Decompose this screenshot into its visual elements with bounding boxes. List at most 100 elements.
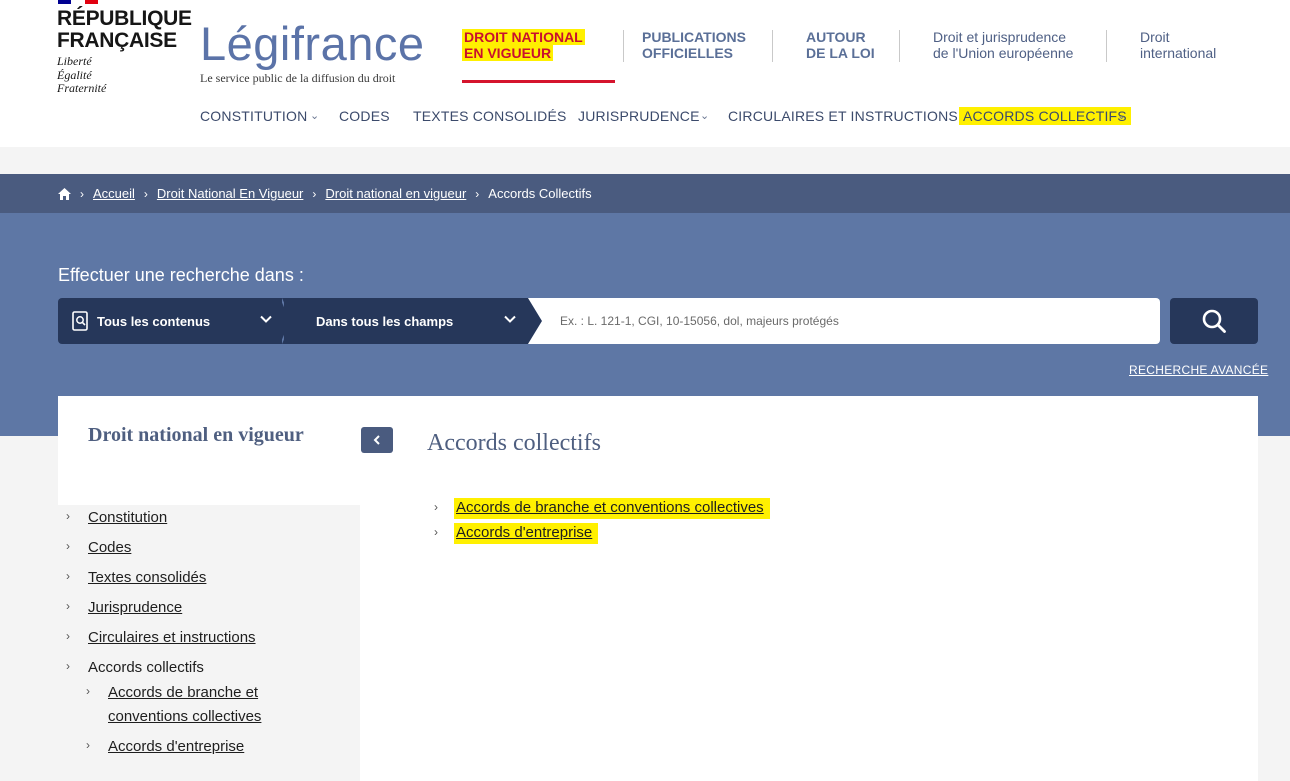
link-accords-branche[interactable]: Accords de branche et conventions collec… <box>454 498 770 519</box>
breadcrumb-separator: › <box>80 186 84 201</box>
sidebar-title: Droit national en vigueur <box>88 424 304 446</box>
page-title: Accords collectifs <box>427 430 601 456</box>
field-scope-label: Dans tous les champs <box>316 313 454 329</box>
legifrance-logo[interactable]: Légifrance Le service public de la diffu… <box>200 18 425 86</box>
subnav-jurisprudence[interactable]: JURISPRUDENCE <box>578 107 700 125</box>
content-scope-select[interactable]: Tous les contenus <box>58 298 290 344</box>
chevron-down-icon[interactable]: ⌄ <box>700 109 709 122</box>
french-flag <box>58 0 98 4</box>
sidebar-subitem-accords-branche[interactable]: Accords de branche et conventions collec… <box>108 681 261 729</box>
breadcrumb-accueil[interactable]: Accueil <box>93 186 135 201</box>
subnav-textes-consolides[interactable]: TEXTES CONSOLIDÉS <box>413 107 567 125</box>
topnav-droit-national[interactable]: DROIT NATIONAL EN VIGUEUR <box>462 29 585 61</box>
nav-divider <box>1106 30 1107 62</box>
sidebar: Droit national en vigueur › Constitution… <box>58 396 360 781</box>
chevron-right-icon: › <box>434 500 438 514</box>
chevron-down-icon <box>504 315 516 323</box>
subnav-accords-label: ACCORDS COLLECTIFS <box>959 107 1131 125</box>
site-header: RÉPUBLIQUE FRANÇAISE Liberté Égalité Fra… <box>0 0 1290 147</box>
nav-divider <box>899 30 900 62</box>
home-icon[interactable] <box>58 187 71 200</box>
sidebar-link[interactable]: Circulaires et instructions <box>88 629 256 646</box>
sidebar-link[interactable]: Jurisprudence <box>88 599 182 616</box>
sidebar-sublink-line1[interactable]: Accords de branche et <box>108 684 258 701</box>
subnav-constitution[interactable]: CONSTITUTION <box>200 107 307 125</box>
chevron-left-icon <box>373 435 380 445</box>
chevron-right-icon: › <box>66 569 70 583</box>
link-accords-branche-label[interactable]: Accords de branche et conventions collec… <box>454 498 770 519</box>
chevron-right-icon: › <box>66 659 70 673</box>
sidebar-link[interactable]: Constitution <box>88 509 167 526</box>
active-tab-indicator <box>462 80 615 83</box>
search-input[interactable] <box>544 298 1160 344</box>
advanced-search-link[interactable]: RECHERCHE AVANCÉE <box>1129 363 1268 377</box>
chevron-right-icon: › <box>66 509 70 523</box>
chevron-down-icon <box>260 315 272 323</box>
chevron-down-icon[interactable]: ⌄ <box>310 109 319 122</box>
sidebar-link[interactable]: Textes consolidés <box>88 569 206 586</box>
breadcrumb-droit-national[interactable]: Droit national en vigueur <box>325 186 466 201</box>
chevron-right-icon: › <box>86 738 90 752</box>
topnav-publications[interactable]: PUBLICATIONS OFFICIELLES <box>642 29 746 61</box>
chevron-down-icon[interactable]: ⌄ <box>1117 109 1126 122</box>
content-scope-label: Tous les contenus <box>97 313 211 329</box>
nav-divider <box>772 30 773 62</box>
subnav-accords-collectifs[interactable]: ACCORDS COLLECTIFS <box>959 107 1131 125</box>
topnav-label-4a: Droit et jurisprudence <box>933 29 1067 45</box>
sidebar-item-constitution[interactable]: Constitution <box>88 506 167 530</box>
topnav-label-4b: de l'Union européenne <box>933 45 1074 61</box>
nav-divider <box>623 30 624 62</box>
sidebar-item-accords-collectifs[interactable]: Accords collectifs <box>88 656 204 680</box>
breadcrumb-droit-national-en-vigueur[interactable]: Droit National En Vigueur <box>157 186 303 201</box>
subnav-codes[interactable]: CODES <box>339 107 390 125</box>
topnav-label-1b: EN VIGUEUR <box>462 45 554 61</box>
chevron-right-icon: › <box>66 539 70 553</box>
republique-francaise-logo[interactable]: RÉPUBLIQUE FRANÇAISE Liberté Égalité Fra… <box>57 8 192 96</box>
breadcrumb-bar: › Accueil › Droit National En Vigueur › … <box>0 174 1290 213</box>
topnav-autour-loi[interactable]: AUTOUR DE LA LOI <box>806 29 875 61</box>
chevron-right-icon: › <box>86 684 90 698</box>
brand-name: Légifrance <box>200 17 425 70</box>
sidebar-subitem-accords-entreprise[interactable]: Accords d'entreprise <box>108 735 244 759</box>
devise-egalite: Égalité <box>57 67 92 82</box>
subnav-circulaires[interactable]: CIRCULAIRES ET INSTRUCTIONS <box>728 107 958 125</box>
breadcrumb-current: Accords Collectifs <box>488 186 592 201</box>
breadcrumb-separator: › <box>312 186 317 201</box>
search-title: Effectuer une recherche dans : <box>58 265 304 285</box>
chevron-right-icon: › <box>66 599 70 613</box>
sidebar-sublink-line2[interactable]: conventions collectives <box>108 708 261 725</box>
topnav-label-2b: OFFICIELLES <box>642 45 733 61</box>
sidebar-item-circulaires[interactable]: Circulaires et instructions <box>88 626 256 650</box>
sidebar-item-textes-consolides[interactable]: Textes consolidés <box>88 566 206 590</box>
search-icon <box>1202 309 1226 333</box>
sidebar-sublink[interactable]: Accords d'entreprise <box>108 738 244 755</box>
chevron-right-icon: › <box>66 629 70 643</box>
topnav-label-5a: Droit <box>1140 29 1170 45</box>
topnav-label-1a: DROIT NATIONAL <box>462 29 585 45</box>
sidebar-item-jurisprudence[interactable]: Jurisprudence <box>88 596 182 620</box>
main-content: Accords collectifs › Accords de branche … <box>360 396 1258 781</box>
document-search-icon <box>72 311 88 331</box>
collapse-sidebar-button[interactable] <box>361 427 393 453</box>
chevron-right-icon: › <box>434 525 438 539</box>
brand-tagline: Le service public de la diffusion du dro… <box>200 71 396 85</box>
breadcrumb: › Accueil › Droit National En Vigueur › … <box>58 174 592 213</box>
topnav-label-2a: PUBLICATIONS <box>642 29 746 45</box>
rf-line-1: RÉPUBLIQUE <box>57 7 192 30</box>
breadcrumb-separator: › <box>475 186 480 201</box>
devise-fraternite: Fraternité <box>57 81 107 95</box>
link-accords-entreprise-label[interactable]: Accords d'entreprise <box>454 523 599 544</box>
topnav-label-5b: international <box>1140 45 1217 61</box>
topnav-label-3b: DE LA LOI <box>806 45 875 61</box>
search-button[interactable] <box>1170 298 1258 344</box>
sidebar-item-codes[interactable]: Codes <box>88 536 131 560</box>
field-scope-select[interactable]: Dans tous les champs <box>284 298 528 344</box>
sidebar-header: Droit national en vigueur <box>58 396 360 505</box>
link-accords-entreprise[interactable]: Accords d'entreprise <box>454 523 599 544</box>
breadcrumb-separator: › <box>143 186 148 201</box>
rf-line-2: FRANÇAISE <box>57 29 177 52</box>
topnav-label-3a: AUTOUR <box>806 29 866 45</box>
sidebar-link[interactable]: Codes <box>88 539 131 556</box>
topnav-droit-ue[interactable]: Droit et jurisprudence de l'Union europé… <box>933 29 1073 61</box>
topnav-droit-international[interactable]: Droit international <box>1140 29 1216 61</box>
